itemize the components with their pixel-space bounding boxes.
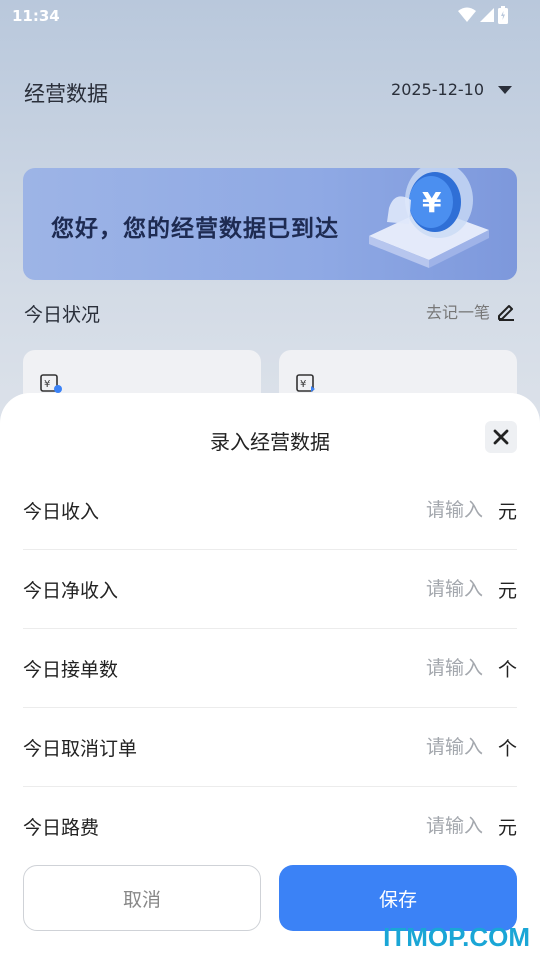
- page-title: 经营数据: [24, 82, 108, 106]
- banner-text: 您好，您的经营数据已到达: [51, 216, 339, 242]
- watermark: ITMOP.COM: [383, 922, 530, 952]
- form-row-orders: 今日接单数 个: [23, 629, 517, 708]
- row-label: 今日取消订单: [23, 738, 138, 760]
- svg-text:¥: ¥: [300, 379, 306, 390]
- svg-text:¥: ¥: [422, 186, 442, 219]
- row-label: 今日净收入: [23, 580, 119, 602]
- form-row-income: 今日收入 元: [23, 471, 517, 550]
- row-unit: 元: [497, 817, 517, 839]
- cancelled-orders-input[interactable]: [343, 730, 483, 764]
- caret-down-icon: [498, 85, 512, 94]
- close-icon: [493, 429, 509, 445]
- wifi-icon: [458, 7, 476, 22]
- edit-icon: [498, 305, 514, 321]
- row-unit: 个: [497, 659, 517, 681]
- date-picker[interactable]: 2025-12-10: [391, 80, 512, 99]
- orders-input[interactable]: [343, 651, 483, 685]
- save-button-label: 保存: [378, 888, 417, 911]
- row-unit: 元: [497, 501, 517, 523]
- battery-icon: [498, 6, 508, 24]
- status-time: 11:34: [12, 7, 60, 25]
- row-label: 今日路费: [23, 817, 100, 839]
- row-unit: 元: [497, 580, 517, 602]
- status-icons: [458, 6, 508, 24]
- row-label: 今日接单数: [23, 659, 119, 681]
- row-unit: 个: [497, 738, 517, 760]
- income-icon: ¥: [40, 374, 62, 393]
- record-link-label: 去记一笔: [425, 303, 490, 322]
- net-income-icon: ¥: [296, 374, 315, 392]
- signal-icon: [480, 8, 494, 22]
- cancel-button[interactable]: 取消: [23, 865, 261, 931]
- form-row-road-fee: 今日路费 元: [23, 787, 517, 866]
- income-input[interactable]: [343, 493, 483, 527]
- row-label: 今日收入: [23, 501, 100, 523]
- road-fee-input[interactable]: [343, 809, 483, 843]
- status-bar: 11:34: [0, 0, 540, 32]
- form-row-cancelled: 今日取消订单 个: [23, 708, 517, 787]
- svg-text:¥: ¥: [44, 379, 50, 390]
- section-title: 今日状况: [24, 304, 101, 326]
- form-row-net-income: 今日净收入 元: [23, 550, 517, 629]
- coin-illustration: ¥: [369, 168, 489, 268]
- record-entry-link[interactable]: 去记一笔: [426, 299, 516, 323]
- date-value: 2025-12-10: [391, 80, 484, 99]
- net-income-input[interactable]: [343, 572, 483, 606]
- cancel-button-label: 取消: [122, 888, 161, 911]
- sheet-title: 录入经营数据: [210, 430, 330, 454]
- close-button[interactable]: [485, 421, 517, 453]
- welcome-banner: 您好，您的经营数据已到达 ¥: [23, 168, 517, 280]
